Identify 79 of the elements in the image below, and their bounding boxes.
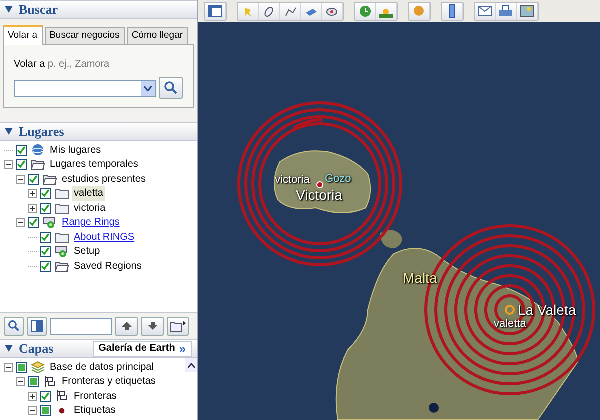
- sunrise-icon[interactable]: [376, 2, 397, 20]
- tab[interactable]: Cómo llegar: [126, 27, 188, 44]
- section-header[interactable]: Capas Galería de Earth »: [0, 339, 197, 358]
- prompt-label: Volar a: [14, 59, 46, 70]
- collapse-icon[interactable]: [16, 174, 25, 184]
- partial-checkbox[interactable]: [40, 405, 51, 416]
- map-label: Victoria: [296, 188, 342, 202]
- expand-icon[interactable]: [28, 392, 37, 401]
- tree-label[interactable]: Mis lugares: [48, 142, 104, 158]
- rings-icon: [42, 216, 57, 230]
- section-title: Lugares: [19, 122, 64, 141]
- expand-icon[interactable]: [28, 189, 37, 198]
- tree-label[interactable]: Base de datos principal: [48, 360, 156, 375]
- move-up-button[interactable]: [115, 316, 138, 336]
- checkbox[interactable]: [40, 246, 51, 258]
- search-button[interactable]: [159, 77, 183, 99]
- checkbox[interactable]: [16, 144, 27, 156]
- section-header[interactable]: Buscar: [0, 0, 197, 19]
- collapse-icon[interactable]: [28, 406, 37, 416]
- collapse-icon[interactable]: [4, 160, 13, 170]
- checkbox[interactable]: [40, 202, 51, 214]
- checkbox[interactable]: [40, 188, 51, 200]
- folder-icon: [54, 202, 69, 214]
- section-title: Buscar: [19, 0, 58, 19]
- tab[interactable]: Buscar negocios: [44, 27, 125, 44]
- sidebar-toggle-icon[interactable]: [205, 2, 226, 20]
- partial-checkbox[interactable]: [16, 362, 27, 373]
- tab[interactable]: Volar a: [3, 25, 43, 45]
- folder-menu-button[interactable]: [167, 316, 189, 336]
- search-button[interactable]: [4, 316, 24, 336]
- scroll-up-icon[interactable]: [185, 358, 197, 372]
- tree-link[interactable]: About RINGS: [72, 230, 137, 245]
- partial-checkbox[interactable]: [28, 376, 39, 388]
- tree-label[interactable]: Lugares temporales: [48, 157, 140, 172]
- checkbox[interactable]: [16, 159, 27, 170]
- down-arrow-icon: [148, 322, 158, 330]
- location-combobox[interactable]: [14, 80, 156, 96]
- tree-label[interactable]: Etiquetas: [72, 403, 118, 418]
- email-icon[interactable]: [475, 2, 496, 20]
- search-icon: [164, 81, 178, 95]
- map-label: victoria: [275, 175, 310, 186]
- map-label: Gozo: [325, 174, 352, 185]
- tree-label[interactable]: Saved Regions: [72, 258, 144, 274]
- tree-label[interactable]: valetta: [72, 186, 106, 202]
- search-icon: [8, 320, 20, 332]
- open-folder-icon: [30, 159, 45, 170]
- tree-label[interactable]: Fronteras y etiquetas: [60, 374, 158, 390]
- checkbox[interactable]: [40, 390, 51, 402]
- image-icon[interactable]: [517, 2, 538, 20]
- globe-icon: [30, 144, 45, 156]
- hint-text: p. ej., Zamora: [48, 59, 110, 70]
- checkbox[interactable]: [40, 260, 51, 272]
- tree-link[interactable]: Range Rings: [60, 215, 122, 230]
- tree-label[interactable]: Fronteras: [72, 388, 119, 404]
- tree-label[interactable]: estudios presentes: [60, 172, 148, 187]
- folder-icon: [54, 188, 69, 200]
- panel-toggle-button[interactable]: [27, 316, 47, 336]
- open-folder-icon: [54, 260, 69, 272]
- filter-field[interactable]: [50, 318, 112, 334]
- section-header[interactable]: Lugares: [0, 122, 197, 141]
- gallery-button[interactable]: Galería de Earth »: [92, 340, 192, 356]
- collapse-icon[interactable]: [16, 218, 25, 228]
- open-folder-icon: [42, 174, 57, 185]
- collapse-icon[interactable]: [16, 377, 25, 386]
- up-arrow-icon: [122, 322, 132, 330]
- checkbox[interactable]: [40, 232, 51, 243]
- navigation-dot-icon[interactable]: [429, 403, 439, 413]
- section-title: Capas: [19, 340, 54, 358]
- checkbox[interactable]: [28, 174, 39, 185]
- collapse-icon[interactable]: [4, 362, 13, 372]
- move-down-button[interactable]: [141, 316, 164, 336]
- expand-icon[interactable]: [28, 204, 37, 213]
- layers-icon: [30, 361, 45, 374]
- tree-label[interactable]: Setup: [72, 244, 102, 260]
- checkbox[interactable]: [28, 217, 39, 228]
- tree-label[interactable]: victoria: [72, 200, 108, 216]
- folder-icon: [54, 232, 69, 243]
- rings-icon: [54, 245, 69, 258]
- chevron-icon: »: [179, 342, 186, 354]
